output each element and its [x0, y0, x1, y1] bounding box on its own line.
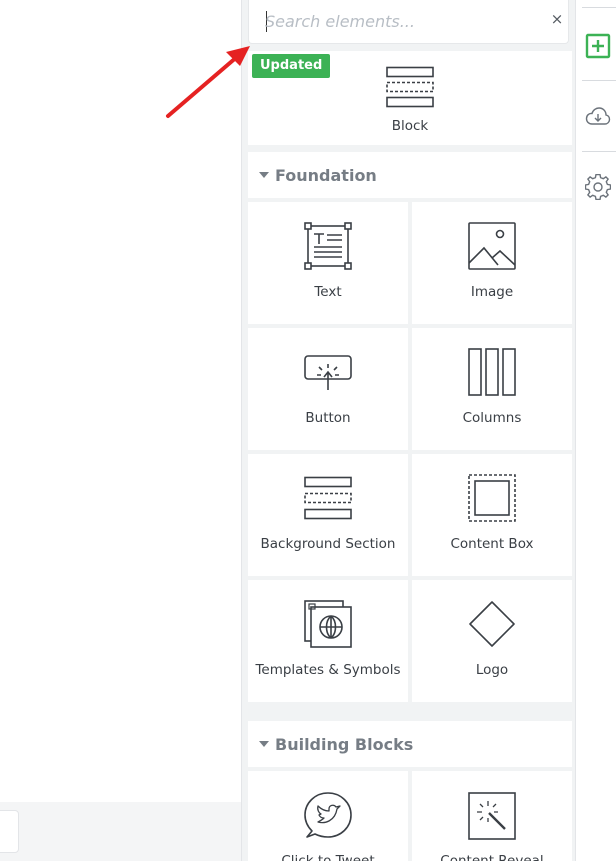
element-card-button[interactable]: Button — [248, 328, 408, 450]
editor-window: × Block Updated Foundation — [0, 0, 616, 861]
section-title: Foundation — [275, 166, 377, 185]
canvas-bottom-control[interactable] — [0, 810, 19, 853]
gear-icon[interactable] — [584, 173, 612, 201]
content-box-icon — [467, 473, 517, 523]
image-icon — [467, 221, 517, 271]
background-section-icon — [303, 476, 353, 520]
element-card-content-reveal[interactable]: Content Reveal — [412, 771, 572, 861]
element-card-image[interactable]: Image — [412, 202, 572, 324]
element-card-templates-symbols[interactable]: Templates & Symbols — [248, 580, 408, 702]
magic-wand-icon — [467, 791, 517, 841]
plus-square-icon[interactable] — [585, 33, 611, 59]
search-box: × — [248, 0, 569, 44]
clear-search-icon[interactable]: × — [549, 10, 565, 28]
canvas-bottom-bar — [0, 802, 241, 861]
section-header-foundation[interactable]: Foundation — [248, 152, 572, 198]
element-card-text[interactable]: Text — [248, 202, 408, 324]
element-label: Templates & Symbols — [255, 662, 401, 678]
rail-divider — [582, 7, 616, 8]
element-card-content-box[interactable]: Content Box — [412, 454, 572, 576]
element-card-logo[interactable]: Logo — [412, 580, 572, 702]
element-card-columns[interactable]: Columns — [412, 328, 572, 450]
search-input[interactable] — [265, 8, 535, 34]
elements-panel: × Block Updated Foundation — [241, 0, 575, 861]
caret-down-icon — [259, 741, 269, 747]
element-card-background-section[interactable]: Background Section — [248, 454, 408, 576]
button-icon — [303, 353, 353, 393]
right-sidebar-rail — [575, 0, 616, 861]
cloud-download-icon[interactable] — [585, 104, 611, 130]
element-label: Content Box — [450, 536, 534, 552]
element-label: Background Section — [260, 536, 396, 552]
columns-icon — [467, 347, 517, 397]
text-icon — [303, 221, 353, 271]
logo-icon — [467, 599, 517, 649]
rail-divider — [582, 151, 616, 152]
element-label: Image — [470, 284, 514, 300]
section-header-building-blocks[interactable]: Building Blocks — [248, 721, 572, 767]
element-label: Button — [305, 410, 351, 426]
element-label: Content Reveal — [440, 853, 544, 861]
element-label: Logo — [475, 662, 509, 678]
updated-badge: Updated — [252, 54, 331, 78]
twitter-icon — [303, 791, 353, 841]
element-label: Text — [314, 284, 342, 300]
block-icon — [385, 66, 435, 108]
element-label: Block — [391, 118, 429, 134]
section-title: Building Blocks — [275, 735, 414, 754]
element-label: Click to Tweet — [281, 853, 375, 861]
templates-symbols-icon — [303, 599, 353, 649]
rail-divider — [582, 80, 616, 81]
element-card-click-to-tweet[interactable]: Click to Tweet — [248, 771, 408, 861]
element-label: Columns — [462, 410, 522, 426]
editor-canvas[interactable] — [0, 0, 241, 861]
caret-down-icon — [259, 172, 269, 178]
